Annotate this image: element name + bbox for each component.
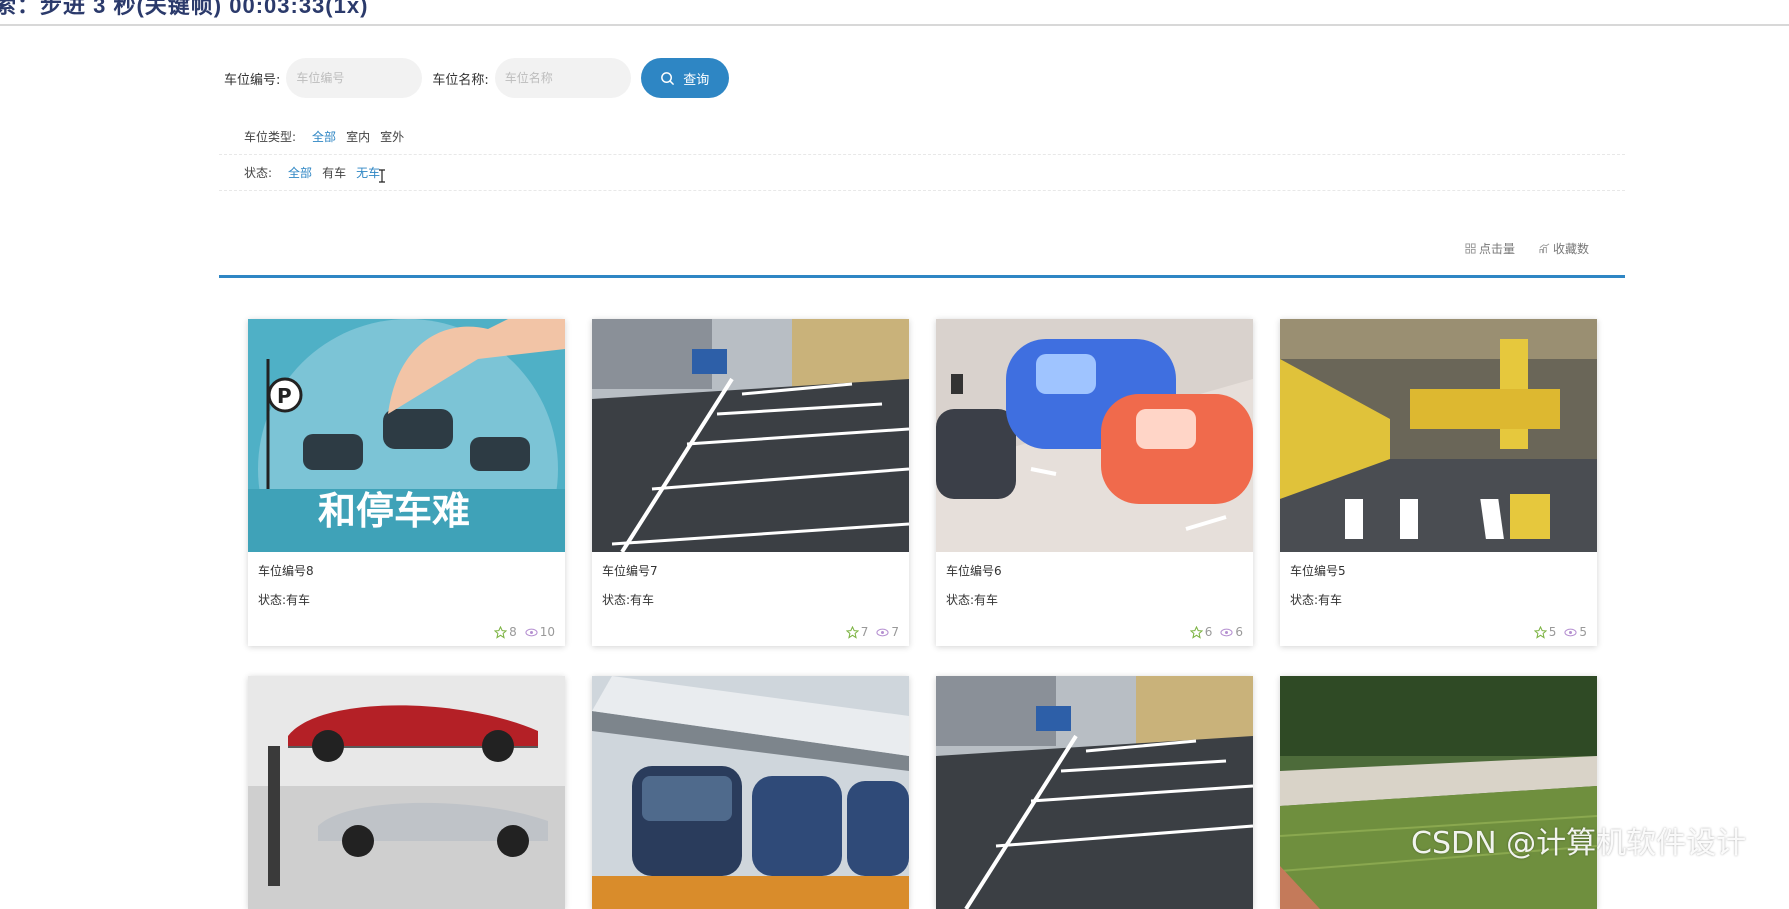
views-count: 10 <box>539 625 555 639</box>
parking-image <box>592 319 909 552</box>
views-count: 6 <box>1235 625 1243 639</box>
card-stats: 6 6 <box>936 618 1253 646</box>
parking-image <box>248 676 565 909</box>
eye-icon <box>525 628 538 636</box>
card-title: 车位编号8 <box>258 564 314 578</box>
search-button[interactable]: 查询 <box>640 58 729 98</box>
sort-favorites-label: 收藏数 <box>1553 242 1590 256</box>
star-icon <box>1189 625 1203 639</box>
eye-icon <box>1220 628 1233 636</box>
watermark: CSDN @计算机软件设计 <box>1411 826 1747 861</box>
search-button-label: 查询 <box>683 72 710 88</box>
parking-card[interactable]: 车位编号6 状态:有车 6 6 <box>936 319 1253 646</box>
parking-card[interactable]: P 和停车难 车位编号8 状态:有车 8 10 <box>248 319 565 646</box>
sort-bar: 点击量 收藏数 <box>219 232 1625 278</box>
status-option-empty[interactable]: 无车 <box>356 164 380 181</box>
type-option-all[interactable]: 全部 <box>312 128 336 145</box>
status-option-all[interactable]: 全部 <box>288 164 312 181</box>
parking-image <box>1280 319 1597 552</box>
svg-text:P: P <box>277 384 292 408</box>
type-option-indoor[interactable]: 室内 <box>346 128 370 145</box>
type-filter-label: 车位类型: <box>244 130 297 144</box>
card-status: 状态:有车 <box>946 593 999 607</box>
status-filter-row: 状态: 全部 有车 无车 <box>219 155 1625 191</box>
parking-card[interactable] <box>592 676 909 909</box>
image-overlay-text: 和停车难 <box>318 489 470 533</box>
star-icon <box>494 625 508 639</box>
card-stats: 5 5 <box>1280 618 1597 646</box>
name-label: 车位名称: <box>432 72 489 88</box>
name-input[interactable] <box>494 58 631 98</box>
sort-by-clicks[interactable]: 点击量 <box>1465 240 1515 257</box>
views-count: 7 <box>891 625 899 639</box>
favorites-count: 5 <box>1548 625 1557 639</box>
card-title: 车位编号6 <box>946 564 1002 578</box>
status-filter-label: 状态: <box>244 166 273 180</box>
top-status-strip: 索：步进 3 秒(关键帧) 00:03:33(1x) <box>0 0 1789 26</box>
favorites-count: 7 <box>860 625 869 639</box>
parking-card[interactable]: 车位编号5 状态:有车 5 5 <box>1280 319 1597 646</box>
card-stats: 8 10 <box>248 618 565 646</box>
card-stats: 7 7 <box>592 618 909 646</box>
search-icon <box>661 71 675 85</box>
chart-icon <box>1539 243 1550 254</box>
eye-icon <box>876 628 889 636</box>
card-status: 状态:有车 <box>602 593 655 607</box>
parking-card[interactable] <box>248 676 565 909</box>
parking-image <box>592 676 909 909</box>
card-status: 状态:有车 <box>1290 593 1343 607</box>
eye-icon <box>1564 628 1577 636</box>
favorites-count: 6 <box>1204 625 1213 639</box>
type-filter-row: 车位类型: 全部 室内 室外 <box>219 119 1625 155</box>
type-option-outdoor[interactable]: 室外 <box>380 128 404 145</box>
code-input[interactable] <box>286 58 423 98</box>
status-option-occupied[interactable]: 有车 <box>322 164 346 181</box>
text-cursor-icon <box>379 168 386 183</box>
parking-image <box>1280 676 1597 909</box>
star-icon <box>845 625 859 639</box>
card-title: 车位编号7 <box>602 564 658 578</box>
card-status: 状态:有车 <box>258 593 311 607</box>
parking-image: P 和停车难 <box>248 319 565 552</box>
views-count: 5 <box>1579 625 1587 639</box>
parking-image <box>936 319 1253 552</box>
parking-card[interactable] <box>1280 676 1597 909</box>
star-icon <box>1533 625 1547 639</box>
grid-icon <box>1465 243 1476 254</box>
card-title: 车位编号5 <box>1290 564 1346 578</box>
sort-clicks-label: 点击量 <box>1479 242 1516 256</box>
sort-by-favorites[interactable]: 收藏数 <box>1539 240 1589 257</box>
parking-image <box>936 676 1253 909</box>
search-bar: 车位编号: 车位名称: 查询 <box>224 58 729 98</box>
top-strip-text: 索：步进 3 秒(关键帧) 00:03:33(1x) <box>0 0 369 18</box>
parking-card[interactable]: 车位编号7 状态:有车 7 7 <box>592 319 909 646</box>
parking-card[interactable] <box>936 676 1253 909</box>
favorites-count: 8 <box>509 625 517 639</box>
code-label: 车位编号: <box>224 72 281 88</box>
